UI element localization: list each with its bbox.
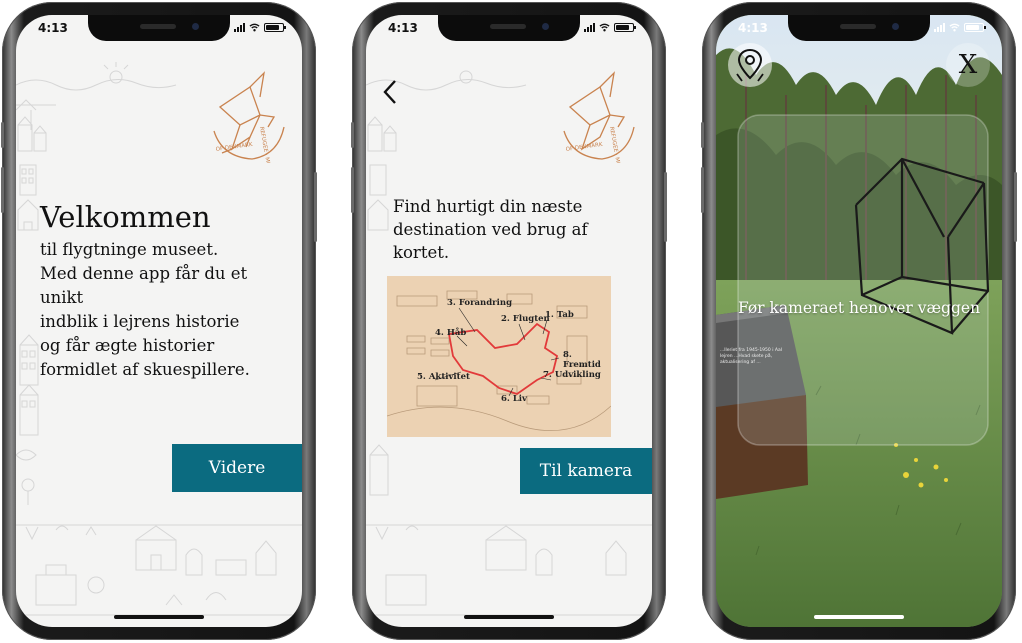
welcome-body: til flygtninge museet. Med denne app får… <box>40 238 290 382</box>
home-indicator[interactable] <box>114 615 204 619</box>
battery-icon <box>964 23 986 32</box>
battery-icon <box>614 23 636 32</box>
status-bar: 4:13 <box>716 15 1002 43</box>
status-time: 4:13 <box>388 21 418 35</box>
map-instruction: Find hurtigt din næste destination ved b… <box>393 197 588 262</box>
camera-screen: 4:13 X ...lleriet fra 1945-1950 i Aal le… <box>716 15 1002 627</box>
refugee-museum-logo: REFUGEE · MUSEUM OF DENMARK <box>563 71 635 163</box>
signal-icon <box>234 23 245 32</box>
svg-text:OF DENMARK: OF DENMARK <box>565 142 603 153</box>
to-camera-button[interactable]: Til kamera <box>520 448 652 494</box>
phone-frame-3: 4:13 X ...lleriet fra 1945-1950 i Aal le… <box>701 2 1017 640</box>
home-indicator[interactable] <box>464 615 554 619</box>
home-indicator[interactable] <box>814 615 904 619</box>
sign-text: ...lleriet fra 1945-1950 i Aal lejren ..… <box>720 348 782 365</box>
map-pin-icon <box>736 48 764 82</box>
map-label: 1. Tab <box>545 310 574 320</box>
map-pin-button[interactable] <box>728 43 772 87</box>
map-label: 2. Flugten <box>501 314 550 324</box>
welcome-line: formidlet af skuespillere. <box>40 360 250 379</box>
welcome-line: til flygtninge museet. <box>40 240 219 259</box>
chevron-left-icon[interactable] <box>382 79 398 105</box>
map-label: 3. Forandring <box>447 298 513 308</box>
wifi-icon <box>599 23 610 32</box>
signal-icon <box>934 23 945 32</box>
close-button[interactable]: X <box>946 43 990 87</box>
welcome-screen: 4:13 REFUGEE · MUSEUM OF DENMARK Velkomm… <box>16 15 302 627</box>
welcome-heading: Velkommen <box>40 200 211 234</box>
signal-icon <box>584 23 595 32</box>
welcome-line: Med denne app får du et unikt <box>40 264 248 307</box>
status-time: 4:13 <box>38 21 68 35</box>
map-screen: 4:13 REFUGEE · MUSEUM OF DENMARK Find hu… <box>366 15 652 627</box>
camera-feed <box>716 15 1002 627</box>
map-label: 6. Liv <box>501 394 527 404</box>
status-bar: 4:13 <box>16 15 302 43</box>
map-label: 8. Fremtid <box>563 350 601 370</box>
status-bar: 4:13 <box>366 15 652 43</box>
phone-frame-1: 4:13 REFUGEE · MUSEUM OF DENMARK Velkomm… <box>1 2 317 640</box>
map-label: 5. Aktivitet <box>417 372 470 382</box>
battery-icon <box>264 23 286 32</box>
welcome-line: og får ægte historier <box>40 336 215 355</box>
continue-button[interactable]: Videre <box>172 444 302 492</box>
wifi-icon <box>249 23 260 32</box>
wifi-icon <box>949 23 960 32</box>
ar-hint: Før kameraet henover væggen <box>737 299 981 317</box>
map-label: 4. Håb <box>435 328 467 338</box>
map-label: 7. Udvikling <box>543 370 601 380</box>
status-time: 4:13 <box>738 21 768 35</box>
svg-text:OF DENMARK: OF DENMARK <box>215 142 253 153</box>
refugee-museum-logo: REFUGEE · MUSEUM OF DENMARK <box>213 71 285 163</box>
welcome-line: indblik i lejrens historie <box>40 312 240 331</box>
phone-frame-2: 4:13 REFUGEE · MUSEUM OF DENMARK Find hu… <box>351 2 667 640</box>
camp-map[interactable]: 3. Forandring 2. Flugten 1. Tab 4. Håb 8… <box>387 276 611 437</box>
